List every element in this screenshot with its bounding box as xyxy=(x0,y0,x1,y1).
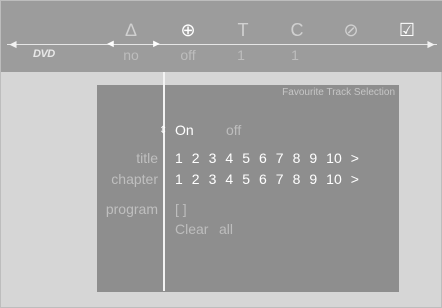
value-c[interactable]: 1 xyxy=(275,47,315,63)
chapter-numbers[interactable]: 1 2 3 4 5 6 7 8 9 10 > xyxy=(175,171,368,187)
title-number[interactable]: 5 xyxy=(242,150,250,166)
all-button[interactable]: all xyxy=(219,221,233,237)
clock-icon[interactable]: ⊘ xyxy=(339,18,363,42)
title-number[interactable]: 8 xyxy=(293,150,301,166)
chapter-number[interactable]: 10 xyxy=(326,171,342,187)
title-label: title xyxy=(136,150,158,166)
dvd-logo: DVD xyxy=(33,48,55,60)
title-number[interactable]: 1 xyxy=(175,150,183,166)
chapter-number[interactable]: 5 xyxy=(242,171,250,187)
off-option[interactable]: off xyxy=(226,122,241,138)
chapter-number[interactable]: 9 xyxy=(309,171,317,187)
title-number[interactable]: 6 xyxy=(259,150,267,166)
chapter-number[interactable]: 8 xyxy=(293,171,301,187)
chapter-number[interactable]: 7 xyxy=(276,171,284,187)
chapter-number[interactable]: 4 xyxy=(225,171,233,187)
right-arrow-icon: ► xyxy=(425,37,437,51)
screen: ◄ ► DVD ∆ ⊕ T C ⊘ ☑ ◄ ► no off 1 1 Favou… xyxy=(0,0,442,308)
title-number[interactable]: 7 xyxy=(276,150,284,166)
vertical-divider xyxy=(163,72,165,291)
chapter-label: chapter xyxy=(111,171,158,187)
title-number[interactable]: 3 xyxy=(209,150,217,166)
value-t[interactable]: 1 xyxy=(221,47,261,63)
zoom-icon[interactable]: ⊕ xyxy=(176,18,200,42)
left-arrow-icon: ◄ xyxy=(7,37,19,51)
program-value[interactable]: [ ] xyxy=(175,201,187,217)
chapter-number[interactable]: 3 xyxy=(209,171,217,187)
favourite-track-panel xyxy=(97,85,399,292)
title-number[interactable]: 10 xyxy=(326,150,342,166)
chapter-number[interactable]: 6 xyxy=(259,171,267,187)
program-label: program xyxy=(105,201,158,217)
chapter-number[interactable]: 1 xyxy=(175,171,183,187)
title-number[interactable]: 9 xyxy=(309,150,317,166)
check-icon[interactable]: ☑ xyxy=(395,18,419,42)
selector-right-arrow-icon: ► xyxy=(151,38,162,50)
panel-title: Favourite Track Selection xyxy=(282,87,395,98)
title-next-arrow[interactable]: > xyxy=(351,150,359,166)
title-numbers[interactable]: 1 2 3 4 5 6 7 8 9 10 > xyxy=(175,150,368,166)
title-number[interactable]: 4 xyxy=(225,150,233,166)
c-icon[interactable]: C xyxy=(285,18,309,42)
on-option[interactable]: On xyxy=(175,122,194,138)
title-number[interactable]: 2 xyxy=(192,150,200,166)
chapter-next-arrow[interactable]: > xyxy=(351,171,359,187)
delta-icon[interactable]: ∆ xyxy=(119,18,143,42)
chapter-number[interactable]: 2 xyxy=(192,171,200,187)
divider-line xyxy=(7,44,437,45)
value-off[interactable]: off xyxy=(168,47,208,63)
clear-button[interactable]: Clear xyxy=(175,221,208,237)
updown-caret-icon: ⇕ xyxy=(159,125,168,136)
top-bar: ◄ ► DVD ∆ ⊕ T C ⊘ ☑ ◄ ► no off 1 1 xyxy=(1,1,442,72)
value-no[interactable]: no xyxy=(111,47,151,63)
t-icon[interactable]: T xyxy=(231,18,255,42)
